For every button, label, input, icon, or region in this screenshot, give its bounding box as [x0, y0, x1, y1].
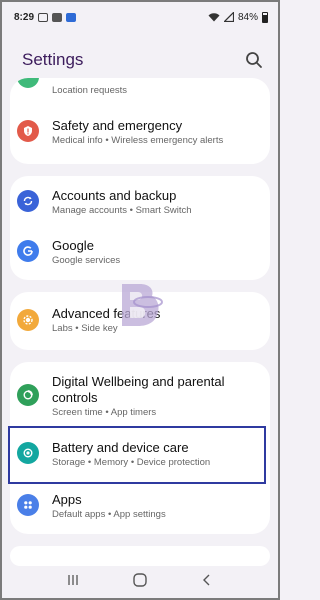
settings-item-title: Accounts and backup — [52, 188, 177, 203]
back-icon[interactable] — [200, 573, 214, 587]
settings-item-title: Google — [52, 238, 94, 253]
google-icon — [17, 240, 39, 262]
status-time: 8:29 — [14, 11, 35, 23]
apps-icon — [17, 494, 39, 516]
status-left: 8:29 — [14, 11, 77, 23]
settings-item-subtitle: Location requests — [52, 85, 127, 96]
app-notification-icon — [52, 12, 63, 22]
recent-apps-icon[interactable] — [66, 573, 80, 587]
page-title: Settings — [22, 50, 84, 69]
status-right: 84% — [208, 11, 268, 23]
wellbeing-icon — [17, 384, 39, 406]
home-icon[interactable] — [132, 572, 148, 588]
settings-item-subtitle: Screen time • App timers — [52, 407, 157, 418]
highlight-box — [8, 426, 266, 484]
settings-card-accounts: Accounts and backup Manage accounts • Sm… — [10, 176, 270, 280]
settings-item-safety[interactable]: Safety and emergency Medical info • Wire… — [10, 114, 270, 154]
settings-header: Settings — [0, 40, 280, 80]
sync-icon — [17, 190, 39, 212]
settings-card-safety: Location requests Safety and emergency M… — [10, 78, 270, 164]
search-icon[interactable] — [244, 50, 264, 70]
settings-item-subtitle: Medical info • Wireless emergency alerts — [52, 135, 224, 146]
settings-item-location[interactable]: Location requests — [10, 78, 270, 104]
advanced-features-icon — [17, 309, 39, 331]
settings-item-title: Safety and emergency — [52, 118, 183, 133]
safety-icon — [17, 120, 39, 142]
settings-item-apps[interactable]: Apps Default apps • App settings — [10, 484, 270, 530]
watermark-logo — [122, 284, 163, 326]
settings-item-accounts-and-backup[interactable]: Accounts and backup Manage accounts • Sm… — [10, 182, 270, 226]
navigation-bar — [0, 560, 280, 600]
status-bar: 8:29 84% — [0, 0, 280, 34]
gallery-notification-icon — [38, 12, 49, 22]
battery-percentage: 84% — [237, 11, 258, 23]
settings-item-title: Apps — [52, 492, 82, 507]
settings-item-google[interactable]: Google Google services — [10, 232, 270, 276]
settings-item-title: Digital Wellbeing and parental controls — [52, 374, 225, 405]
signal-icon — [223, 12, 234, 22]
blue-app-notification-icon — [66, 12, 77, 22]
wifi-icon — [208, 13, 220, 22]
settings-item-subtitle: Google services — [52, 255, 121, 266]
battery-icon — [262, 11, 268, 23]
settings-item-subtitle: Manage accounts • Smart Switch — [52, 205, 192, 216]
location-icon — [17, 78, 39, 88]
settings-item-digital-wellbeing[interactable]: Digital Wellbeing and parental controls … — [10, 370, 270, 426]
settings-item-subtitle: Default apps • App settings — [52, 509, 166, 520]
